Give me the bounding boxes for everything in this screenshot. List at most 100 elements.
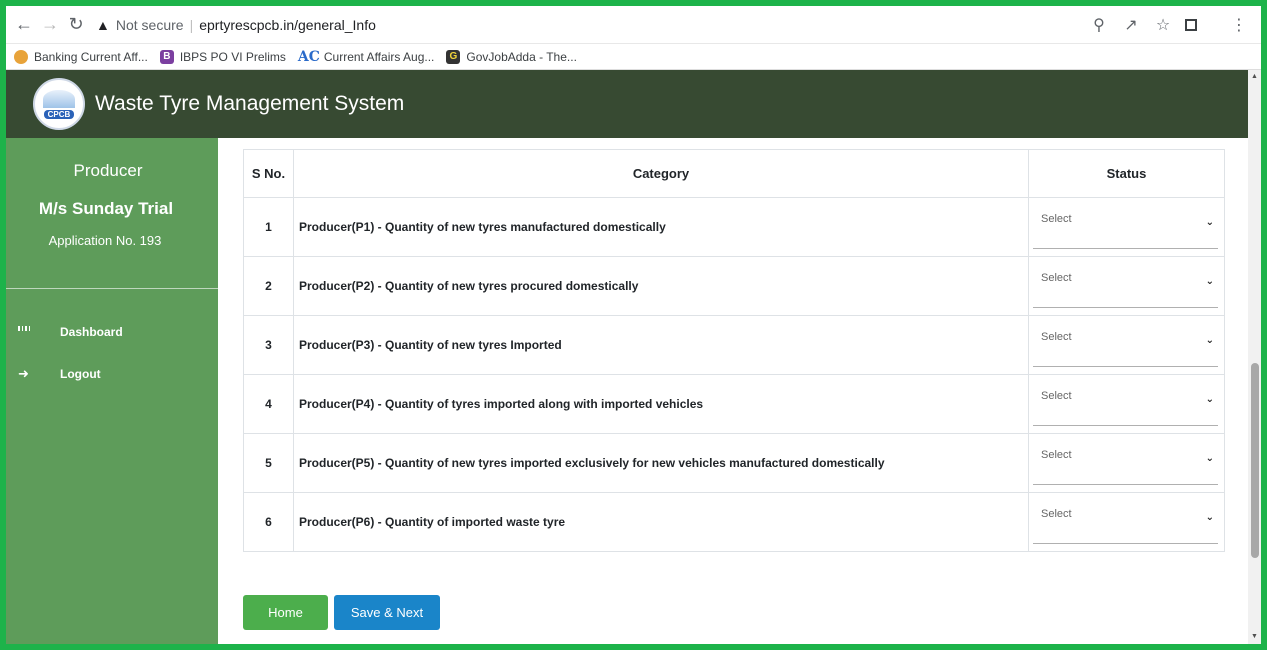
scrollbar-thumb[interactable]	[1251, 363, 1259, 558]
side-panel-icon[interactable]	[1185, 18, 1197, 31]
bookmark-label: Current Affairs Aug...	[323, 49, 435, 64]
address-separator: |	[189, 16, 194, 33]
back-icon[interactable]: ←	[12, 13, 36, 37]
medal-icon	[14, 49, 28, 64]
chevron-down-icon: ⌄	[1205, 453, 1214, 464]
sidebar-divider	[6, 288, 218, 289]
row-sno: 5	[243, 433, 294, 493]
row-category: Producer(P5) - Quantity of new tyres imp…	[293, 433, 1029, 493]
not-secure-label: Not secure	[115, 16, 184, 33]
chevron-down-icon: ⌄	[1205, 335, 1214, 346]
status-select[interactable]: Select ⌄	[1033, 323, 1218, 367]
browser-window: ← → ↻ ▲ Not secure | eprtyrescpcb.in/gen…	[6, 6, 1261, 644]
page-scrollbar[interactable]: ▲ ▼	[1248, 70, 1261, 644]
status-select[interactable]: Select ⌄	[1033, 500, 1218, 544]
chevron-down-icon: ⌄	[1205, 217, 1214, 228]
row-status-cell: Select ⌄	[1028, 433, 1225, 493]
row-sno: 2	[243, 256, 294, 316]
row-status-cell: Select ⌄	[1028, 197, 1225, 257]
scroll-down-icon[interactable]: ▼	[1248, 630, 1261, 644]
browser-toolbar: ← → ↻ ▲ Not secure | eprtyrescpcb.in/gen…	[6, 6, 1261, 44]
content-area: Producer M/s Sunday Trial Application No…	[6, 138, 1261, 644]
toolbar-actions: ⚲ ↗ ☆ ⋮	[1089, 15, 1255, 35]
bookmark-ibps[interactable]: B IBPS PO VI Prelims	[159, 49, 286, 64]
sidebar-application-no: Application No. 193	[48, 233, 162, 248]
row-category: Producer(P6) - Quantity of imported wast…	[293, 492, 1029, 552]
sidebar: Producer M/s Sunday Trial Application No…	[6, 138, 218, 644]
status-select-value: Select	[1041, 272, 1072, 284]
bookmark-label: Banking Current Aff...	[34, 49, 148, 64]
row-sno: 4	[243, 374, 294, 434]
bookmark-current-affairs[interactable]: AC Current Affairs Aug...	[298, 50, 435, 64]
header-status: Status	[1028, 149, 1225, 198]
bookmark-label: GovJobAdda - The...	[466, 49, 577, 64]
status-select[interactable]: Select ⌄	[1033, 205, 1218, 249]
row-sno: 1	[243, 197, 294, 257]
ac-icon: AC	[297, 48, 320, 65]
table-row: 2 Producer(P2) - Quantity of new tyres p…	[243, 256, 1225, 316]
chevron-down-icon: ⌄	[1205, 394, 1214, 405]
share-icon[interactable]: ↗	[1121, 15, 1141, 35]
row-status-cell: Select ⌄	[1028, 374, 1225, 434]
status-select-value: Select	[1041, 390, 1072, 402]
logo-text: CPCB	[43, 109, 75, 119]
sidebar-item-label: Dashboard	[60, 325, 123, 339]
table-row: 4 Producer(P4) - Quantity of tyres impor…	[243, 374, 1225, 434]
main-content: S No. Category Status 1 Producer(P1) - Q…	[218, 138, 1248, 644]
govjobadda-icon: G	[446, 49, 461, 64]
address-bar[interactable]: ▲ Not secure | eprtyrescpcb.in/general_I…	[96, 11, 1089, 39]
row-status-cell: Select ⌄	[1028, 315, 1225, 375]
row-category: Producer(P2) - Quantity of new tyres pro…	[293, 256, 1029, 316]
menu-icon[interactable]: ⋮	[1229, 15, 1249, 35]
arrow-right-icon: ➜	[18, 366, 29, 381]
reload-icon[interactable]: ↻	[64, 13, 88, 37]
row-category: Producer(P1) - Quantity of new tyres man…	[293, 197, 1029, 257]
sidebar-item-dashboard[interactable]: Dashboard	[6, 311, 218, 353]
dashboard-icon	[18, 326, 30, 338]
status-select[interactable]: Select ⌄	[1033, 441, 1218, 485]
scroll-up-icon[interactable]: ▲	[1248, 70, 1261, 84]
chevron-down-icon: ⌄	[1205, 276, 1214, 287]
sidebar-menu: Dashboard ➜ Logout	[6, 311, 218, 395]
url-text: eprtyrescpcb.in/general_Info	[199, 16, 376, 33]
forward-icon[interactable]: →	[38, 13, 62, 37]
row-category: Producer(P3) - Quantity of new tyres Imp…	[293, 315, 1029, 375]
status-select-value: Select	[1041, 508, 1072, 520]
chevron-down-icon: ⌄	[1205, 512, 1214, 523]
row-status-cell: Select ⌄	[1028, 256, 1225, 316]
app-header: CPCB Waste Tyre Management System	[6, 70, 1261, 138]
sidebar-role: Producer	[73, 161, 143, 180]
header-category: Category	[293, 149, 1029, 198]
row-status-cell: Select ⌄	[1028, 492, 1225, 552]
save-next-button[interactable]: Save & Next	[334, 595, 440, 630]
status-select-value: Select	[1041, 331, 1072, 343]
row-sno: 6	[243, 492, 294, 552]
table-row: 6 Producer(P6) - Quantity of imported wa…	[243, 492, 1225, 552]
home-button[interactable]: Home	[243, 595, 328, 630]
sidebar-company-name: M/s Sunday Trial	[38, 199, 174, 218]
category-status-table: S No. Category Status 1 Producer(P1) - Q…	[243, 149, 1225, 552]
bookmark-banking[interactable]: Banking Current Aff...	[14, 49, 148, 64]
status-select-value: Select	[1041, 213, 1072, 225]
row-sno: 3	[243, 315, 294, 375]
sidebar-item-logout[interactable]: ➜ Logout	[6, 353, 218, 395]
cpcb-logo: CPCB	[33, 78, 85, 130]
bookmark-star-icon[interactable]: ☆	[1153, 15, 1173, 35]
warning-icon: ▲	[96, 16, 110, 33]
bookmark-label: IBPS PO VI Prelims	[179, 49, 286, 64]
app-title: Waste Tyre Management System	[95, 92, 405, 115]
action-buttons: Home Save & Next	[243, 595, 440, 630]
table-row: 1 Producer(P1) - Quantity of new tyres m…	[243, 197, 1225, 257]
row-category: Producer(P4) - Quantity of tyres importe…	[293, 374, 1029, 434]
logo-emblem	[43, 89, 75, 108]
status-select-value: Select	[1041, 449, 1072, 461]
bookmarks-bar: Banking Current Aff... B IBPS PO VI Prel…	[6, 44, 1261, 70]
bookmark-govjobadda[interactable]: G GovJobAdda - The...	[446, 49, 577, 64]
zoom-icon[interactable]: ⚲	[1089, 15, 1109, 35]
ibps-icon: B	[159, 49, 174, 64]
table-header-row: S No. Category Status	[243, 149, 1225, 198]
sidebar-item-label: Logout	[60, 367, 101, 381]
table-row: 5 Producer(P5) - Quantity of new tyres i…	[243, 433, 1225, 493]
status-select[interactable]: Select ⌄	[1033, 264, 1218, 308]
status-select[interactable]: Select ⌄	[1033, 382, 1218, 426]
